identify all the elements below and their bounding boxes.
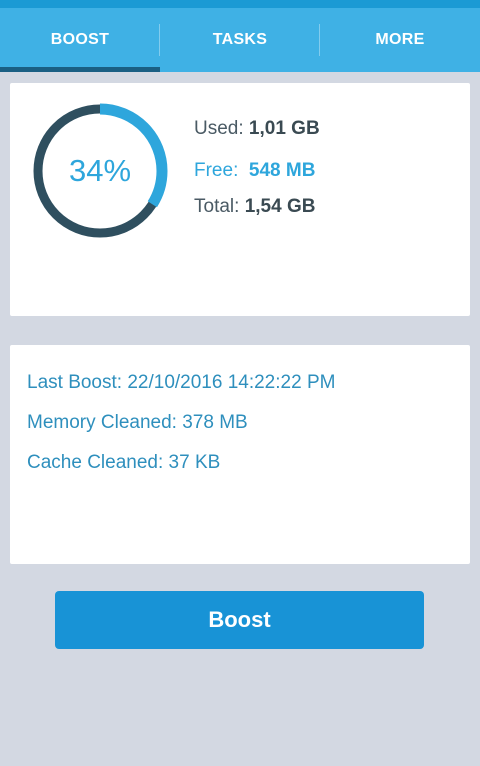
total-value: 1,54 GB <box>244 196 316 217</box>
free-label: Free: <box>194 160 239 181</box>
free-value: 548 MB <box>248 160 316 181</box>
last-boost-text: Last Boost: 22/10/2016 14:22:22 PM <box>27 372 336 393</box>
used-value: 1,01 GB <box>248 118 320 139</box>
tab-boost-label: BOOST <box>50 31 110 48</box>
memory-card: 34% Used: 1,01 GB Free: 548 MB Total: 1,… <box>10 83 470 316</box>
tab-tasks[interactable]: TASKS <box>160 8 320 72</box>
used-label: Used: <box>194 118 244 139</box>
memory-free: Free: 548 MB <box>194 160 315 182</box>
tab-boost[interactable]: BOOST <box>0 8 160 72</box>
memory-percent: 34% <box>68 153 132 188</box>
boost-button[interactable]: Boost <box>55 591 424 649</box>
tab-bar: BOOST TASKS MORE <box>0 8 480 72</box>
memory-cleaned-text: Memory Cleaned: 378 MB <box>27 412 248 433</box>
tab-more[interactable]: MORE <box>320 8 480 72</box>
tab-tasks-label: TASKS <box>212 31 268 48</box>
memory-usage-ring: 34% <box>30 101 170 241</box>
tab-more-label: MORE <box>375 31 425 48</box>
memory-used: Used: 1,01 GB <box>194 118 320 140</box>
memory-total: Total: 1,54 GB <box>194 196 315 218</box>
boost-stats-card: Last Boost: 22/10/2016 14:22:22 PM Memor… <box>10 345 470 564</box>
cache-cleaned-text: Cache Cleaned: 37 KB <box>27 452 221 473</box>
total-label: Total: <box>194 196 240 217</box>
